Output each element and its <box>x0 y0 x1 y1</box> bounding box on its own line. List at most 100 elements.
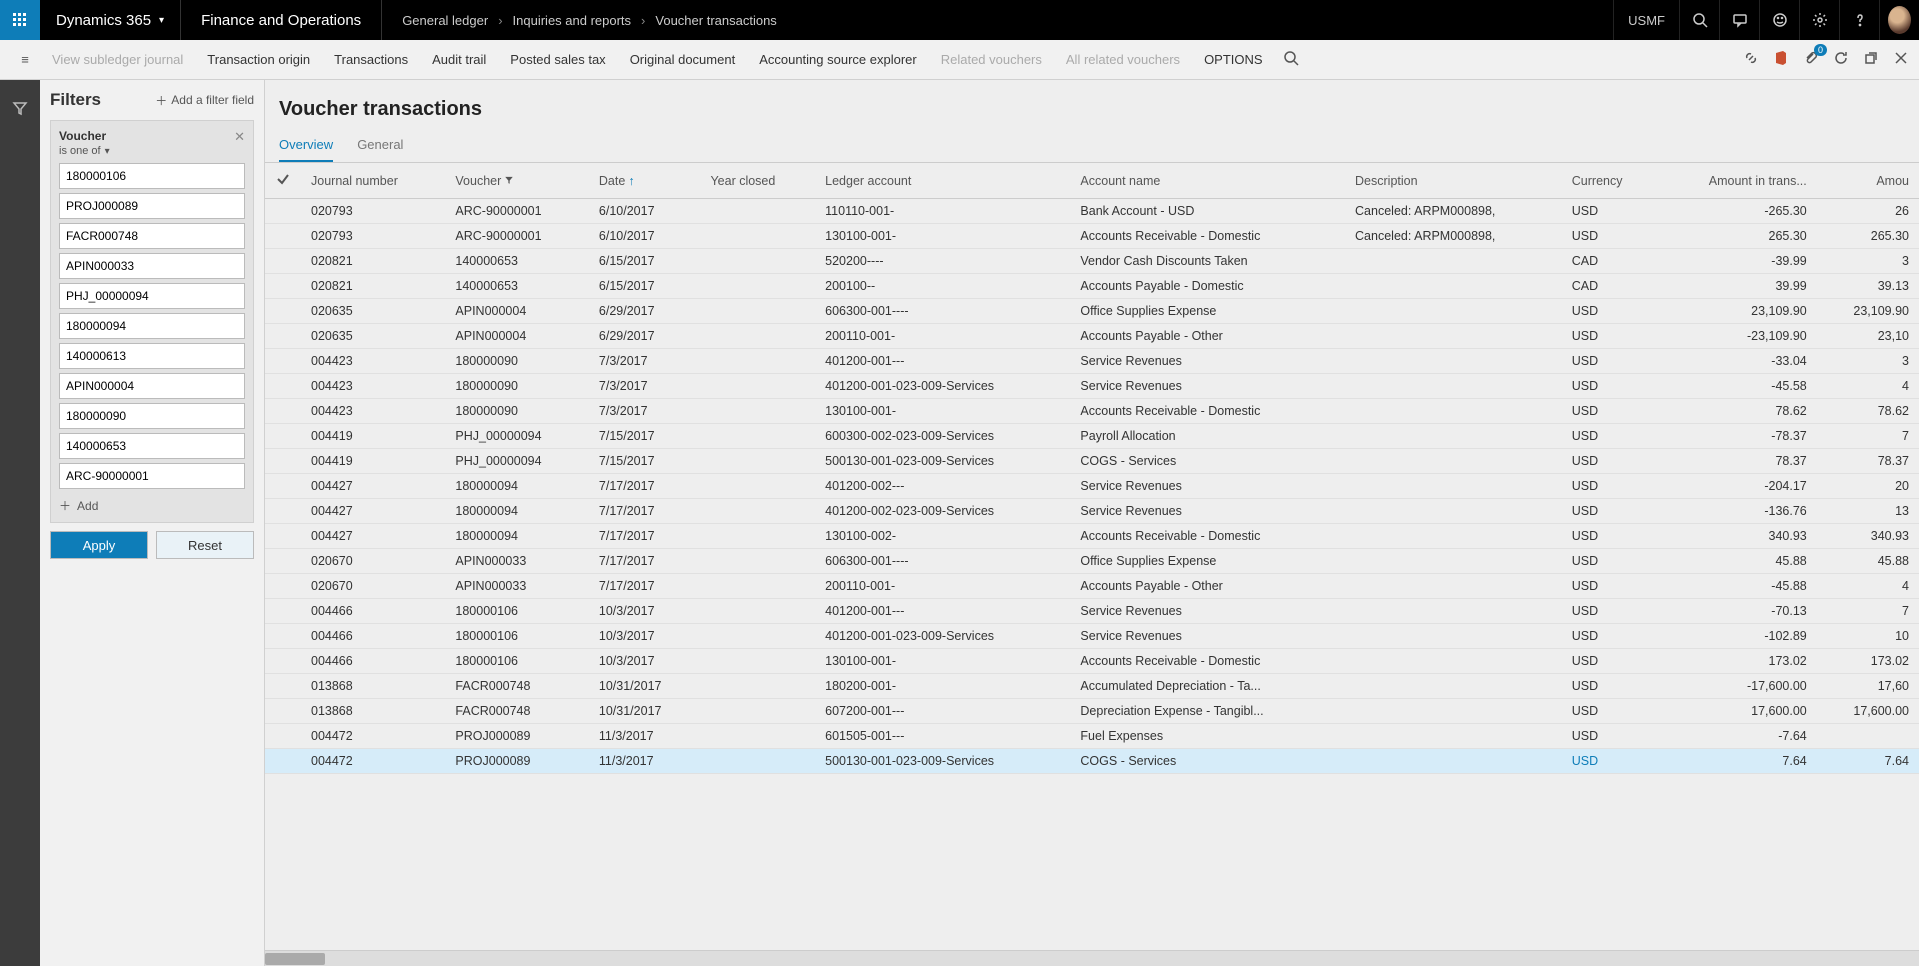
col-description[interactable]: Description <box>1345 163 1562 199</box>
breadcrumb: General ledger › Inquiries and reports ›… <box>382 13 797 28</box>
action-original-document[interactable]: Original document <box>618 52 748 67</box>
action-transaction-origin[interactable]: Transaction origin <box>195 52 322 67</box>
user-avatar[interactable] <box>1879 0 1919 40</box>
help-icon[interactable] <box>1839 0 1879 40</box>
table-row[interactable]: 00446618000010610/3/2017401200-001---Ser… <box>265 599 1919 624</box>
table-row[interactable]: 0044231800000907/3/2017401200-001-023-00… <box>265 374 1919 399</box>
table-row[interactable]: 020670APIN0000337/17/2017200110-001-Acco… <box>265 574 1919 599</box>
col-journal-number[interactable]: Journal number <box>301 163 445 199</box>
apply-button[interactable]: Apply <box>50 531 148 559</box>
col-account-name[interactable]: Account name <box>1070 163 1345 199</box>
table-row[interactable]: 013868FACR00074810/31/2017607200-001---D… <box>265 699 1919 724</box>
filter-value-input[interactable] <box>59 343 245 369</box>
table-row[interactable]: 0044231800000907/3/2017130100-001-Accoun… <box>265 399 1919 424</box>
action-all-related-vouchers: All related vouchers <box>1054 52 1192 67</box>
smiley-icon[interactable] <box>1759 0 1799 40</box>
col-currency[interactable]: Currency <box>1562 163 1658 199</box>
table-row[interactable]: 004472PROJ00008911/3/2017601505-001---Fu… <box>265 724 1919 749</box>
add-value-label: Add <box>77 499 98 513</box>
action-pane: ≡ View subledger journalTransaction orig… <box>0 40 1919 80</box>
office-icon[interactable] <box>1773 50 1789 69</box>
search-icon[interactable] <box>1679 0 1719 40</box>
filter-value-input[interactable] <box>59 163 245 189</box>
action-posted-sales-tax[interactable]: Posted sales tax <box>498 52 617 67</box>
plus-icon: ＋ <box>155 92 167 109</box>
table-row[interactable]: 00446618000010610/3/2017130100-001-Accou… <box>265 649 1919 674</box>
table-row[interactable]: 020635APIN0000046/29/2017606300-001----O… <box>265 299 1919 324</box>
add-filter-field[interactable]: ＋ Add a filter field <box>155 92 254 109</box>
table-row[interactable]: 004419PHJ_000000947/15/2017500130-001-02… <box>265 449 1919 474</box>
link-icon[interactable] <box>1743 50 1759 69</box>
filters-title: Filters <box>50 90 101 110</box>
table-row[interactable]: 00446618000010610/3/2017401200-001-023-0… <box>265 624 1919 649</box>
table-row[interactable]: 004419PHJ_000000947/15/2017600300-002-02… <box>265 424 1919 449</box>
brand-menu[interactable]: Dynamics 365 ▾ <box>40 0 181 40</box>
add-filter-value[interactable]: ＋ Add <box>59 497 245 514</box>
action-transactions[interactable]: Transactions <box>322 52 420 67</box>
filter-icon[interactable] <box>12 100 28 135</box>
filter-value-input[interactable] <box>59 223 245 249</box>
filter-operator-label: is one of <box>59 145 101 157</box>
chevron-right-icon: › <box>498 13 502 28</box>
table-row[interactable]: 020635APIN0000046/29/2017200110-001-Acco… <box>265 324 1919 349</box>
table-row[interactable]: 0044271800000947/17/2017401200-002-023-0… <box>265 499 1919 524</box>
app-launcher-icon[interactable] <box>0 0 40 40</box>
col-amou[interactable]: Amou <box>1817 163 1919 199</box>
table-row[interactable]: 0044271800000947/17/2017130100-002-Accou… <box>265 524 1919 549</box>
table-row[interactable]: 0044231800000907/3/2017401200-001---Serv… <box>265 349 1919 374</box>
table-row[interactable]: 020793ARC-900000016/10/2017130100-001-Ac… <box>265 224 1919 249</box>
filter-value-input[interactable] <box>59 313 245 339</box>
col-voucher[interactable]: Voucher <box>445 163 589 199</box>
popout-icon[interactable] <box>1863 50 1879 69</box>
breadcrumb-item[interactable]: General ledger <box>402 13 488 28</box>
filter-field-name: Voucher <box>59 129 110 143</box>
reset-button[interactable]: Reset <box>156 531 254 559</box>
chat-icon[interactable] <box>1719 0 1759 40</box>
table-row[interactable]: 0208211400006536/15/2017200100--Accounts… <box>265 274 1919 299</box>
filter-value-input[interactable] <box>59 283 245 309</box>
table-row[interactable]: 020670APIN0000337/17/2017606300-001----O… <box>265 549 1919 574</box>
action-options[interactable]: OPTIONS <box>1192 52 1275 67</box>
table-row[interactable]: 004472PROJ00008911/3/2017500130-001-023-… <box>265 749 1919 774</box>
attachments-icon[interactable] <box>1803 50 1819 69</box>
select-all-checkbox[interactable] <box>265 163 301 199</box>
action-view-subledger-journal: View subledger journal <box>40 52 195 67</box>
filter-value-input[interactable] <box>59 373 245 399</box>
nav-toggle-icon[interactable]: ≡ <box>10 52 40 67</box>
tab-general[interactable]: General <box>357 131 403 162</box>
table-row[interactable]: 020793ARC-900000016/10/2017110110-001-Ba… <box>265 199 1919 224</box>
filter-value-input[interactable] <box>59 253 245 279</box>
plus-icon: ＋ <box>59 497 71 514</box>
filter-value-input[interactable] <box>59 193 245 219</box>
global-topbar: Dynamics 365 ▾ Finance and Operations Ge… <box>0 0 1919 40</box>
col-ledger-account[interactable]: Ledger account <box>815 163 1070 199</box>
col-year-closed[interactable]: Year closed <box>700 163 815 199</box>
breadcrumb-item[interactable]: Inquiries and reports <box>513 13 632 28</box>
filter-value-input[interactable] <box>59 433 245 459</box>
search-icon[interactable] <box>1283 50 1299 69</box>
company-picker[interactable]: USMF <box>1613 0 1679 40</box>
breadcrumb-item[interactable]: Voucher transactions <box>655 13 776 28</box>
filter-card-voucher: Voucher is one of ▾ ✕ ＋ Add <box>50 120 254 523</box>
close-icon[interactable] <box>1893 50 1909 69</box>
module-title: Finance and Operations <box>181 0 382 40</box>
tab-overview[interactable]: Overview <box>279 131 333 162</box>
table-row[interactable]: 013868FACR00074810/31/2017180200-001-Acc… <box>265 674 1919 699</box>
action-accounting-source-explorer[interactable]: Accounting source explorer <box>747 52 929 67</box>
refresh-icon[interactable] <box>1833 50 1849 69</box>
col-amount-in-trans-[interactable]: Amount in trans... <box>1657 163 1816 199</box>
page-title: Voucher transactions <box>265 80 1919 131</box>
horizontal-scrollbar[interactable] <box>265 950 1919 966</box>
filter-value-input[interactable] <box>59 463 245 489</box>
close-icon[interactable]: ✕ <box>234 129 245 145</box>
table-row[interactable]: 0044271800000947/17/2017401200-002---Ser… <box>265 474 1919 499</box>
tab-strip: Overview General <box>265 131 1919 163</box>
filter-value-input[interactable] <box>59 403 245 429</box>
filter-operator[interactable]: is one of ▾ <box>59 145 110 157</box>
add-filter-label: Add a filter field <box>171 93 254 107</box>
col-date[interactable]: Date↑ <box>589 163 701 199</box>
gear-icon[interactable] <box>1799 0 1839 40</box>
table-row[interactable]: 0208211400006536/15/2017520200----Vendor… <box>265 249 1919 274</box>
voucher-grid: Journal numberVoucherDate↑Year closedLed… <box>265 163 1919 774</box>
action-audit-trail[interactable]: Audit trail <box>420 52 498 67</box>
